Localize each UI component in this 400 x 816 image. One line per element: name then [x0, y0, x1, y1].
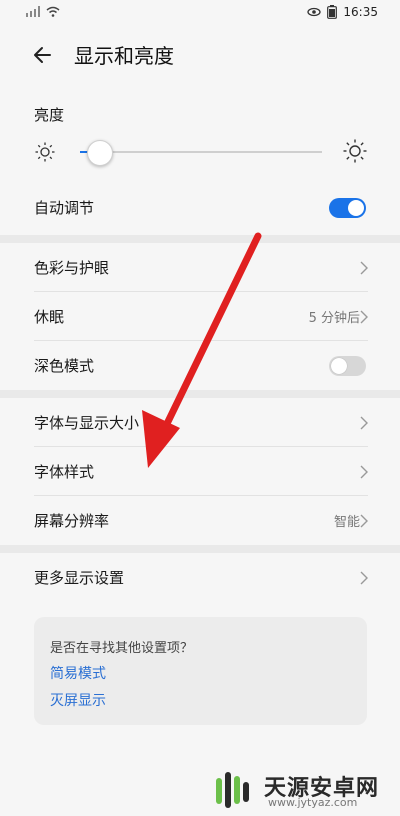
row-label: 更多显示设置	[34, 569, 125, 587]
section-gap	[0, 235, 400, 243]
row-value: 5 分钟后	[308, 311, 360, 326]
suggestion-link-always-on-display[interactable]: 灭屏显示	[50, 690, 106, 710]
auto-adjust-row[interactable]: 自动调节	[0, 183, 400, 232]
signal-icon	[26, 6, 40, 17]
dark-mode-toggle[interactable]	[329, 355, 366, 376]
auto-adjust-toggle[interactable]	[329, 197, 366, 218]
chevron-right-icon	[360, 465, 368, 478]
suggestion-question: 是否在寻找其他设置项？	[50, 641, 194, 656]
brightness-label: 亮度	[34, 106, 65, 124]
toggle-knob	[348, 199, 364, 216]
chevron-right-icon	[360, 416, 368, 429]
row-label: 字体样式	[34, 463, 95, 481]
auto-adjust-label: 自动调节	[34, 199, 95, 217]
row-font-display-size[interactable]: 字体与显示大小	[0, 398, 400, 447]
suggestion-card: 是否在寻找其他设置项？ 简易模式 灭屏显示	[34, 617, 367, 725]
row-label: 屏幕分辨率	[34, 512, 110, 530]
app-header: 显示和亮度	[0, 26, 400, 84]
battery-icon	[327, 5, 338, 19]
section-gap	[0, 390, 400, 398]
status-time: 16:35	[343, 5, 378, 19]
watermark: 天源安卓网 www.jytyaz.com	[208, 768, 398, 812]
row-more-display-settings[interactable]: 更多显示设置	[0, 553, 400, 602]
row-value: 智能	[333, 515, 360, 530]
status-right: 16:35	[307, 5, 378, 19]
row-label: 字体与显示大小	[34, 414, 140, 432]
status-left	[26, 6, 60, 17]
toggle-knob	[331, 357, 347, 374]
chevron-right-icon	[360, 261, 368, 274]
android-logo-icon	[216, 772, 249, 808]
row-label: 色彩与护眼	[34, 259, 110, 277]
chevron-right-icon	[360, 514, 368, 527]
section-gap	[0, 545, 400, 553]
brightness-slider-thumb[interactable]	[87, 140, 114, 166]
row-label: 深色模式	[34, 357, 95, 375]
watermark-url: www.jytyaz.com	[268, 796, 358, 809]
suggestion-link-simple-mode[interactable]: 简易模式	[50, 663, 106, 683]
brightness-slider-track[interactable]	[80, 151, 322, 153]
chevron-right-icon	[360, 310, 368, 323]
row-screen-resolution[interactable]: 屏幕分辨率 智能	[0, 496, 400, 545]
status-bar: 16:35	[0, 0, 400, 26]
wifi-icon	[46, 6, 60, 17]
row-dark-mode[interactable]: 深色模式	[0, 341, 400, 390]
chevron-right-icon	[360, 571, 368, 584]
brightness-low-icon	[35, 142, 55, 162]
page-title: 显示和亮度	[74, 44, 174, 68]
row-color-eye-comfort[interactable]: 色彩与护眼	[0, 243, 400, 292]
row-sleep[interactable]: 休眠 5 分钟后	[0, 292, 400, 341]
row-label: 休眠	[34, 308, 65, 326]
back-arrow-icon[interactable]	[28, 40, 58, 70]
brightness-high-icon	[343, 139, 367, 163]
row-font-style[interactable]: 字体样式	[0, 447, 400, 496]
eye-comfort-icon	[307, 7, 322, 17]
